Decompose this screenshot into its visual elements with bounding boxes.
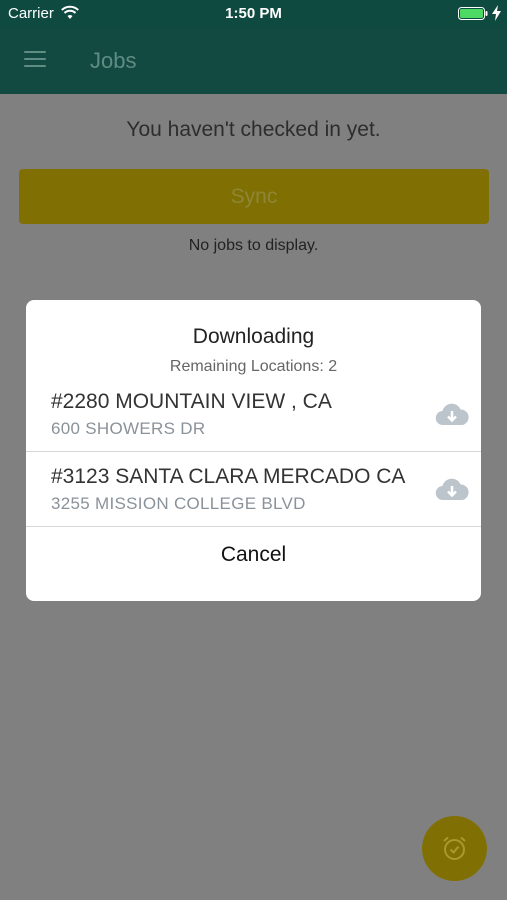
remaining-locations-label: Remaining Locations: 2 <box>169 358 338 375</box>
check-in-fab[interactable] <box>422 816 487 881</box>
cloud-download-icon[interactable] <box>434 476 470 504</box>
charging-icon <box>492 5 501 21</box>
location-item[interactable]: #2280 MOUNTAIN VIEW , CA 600 SHOWERS DR <box>26 377 481 452</box>
empty-jobs-message: No jobs to display. <box>188 237 319 254</box>
dialog-title: Downloading <box>192 325 315 348</box>
location-name: #3123 SANTA CLARA MERCADO CA <box>51 465 406 488</box>
page-title: Jobs <box>90 48 137 73</box>
sync-button[interactable]: Sync <box>19 169 489 224</box>
divider <box>26 526 481 527</box>
hamburger-menu-icon[interactable] <box>24 51 46 69</box>
download-dialog: Downloading Remaining Locations: 2 #2280… <box>26 300 481 601</box>
location-item[interactable]: #3123 SANTA CLARA MERCADO CA 3255 MISSIO… <box>26 452 481 527</box>
location-address: 600 SHOWERS DR <box>51 419 206 438</box>
cancel-button[interactable]: Cancel <box>26 528 481 601</box>
alarm-clock-icon <box>443 836 466 860</box>
app-header: Jobs <box>0 27 507 94</box>
location-name: #2280 MOUNTAIN VIEW , CA <box>51 390 332 413</box>
status-bar: Carrier 1:50 PM <box>0 0 507 27</box>
checkin-message: You haven't checked in yet. <box>126 118 381 141</box>
clock: 1:50 PM <box>225 5 282 22</box>
location-address: 3255 MISSION COLLEGE BLVD <box>51 494 306 513</box>
cloud-download-icon[interactable] <box>434 401 470 429</box>
battery-icon <box>458 7 488 20</box>
